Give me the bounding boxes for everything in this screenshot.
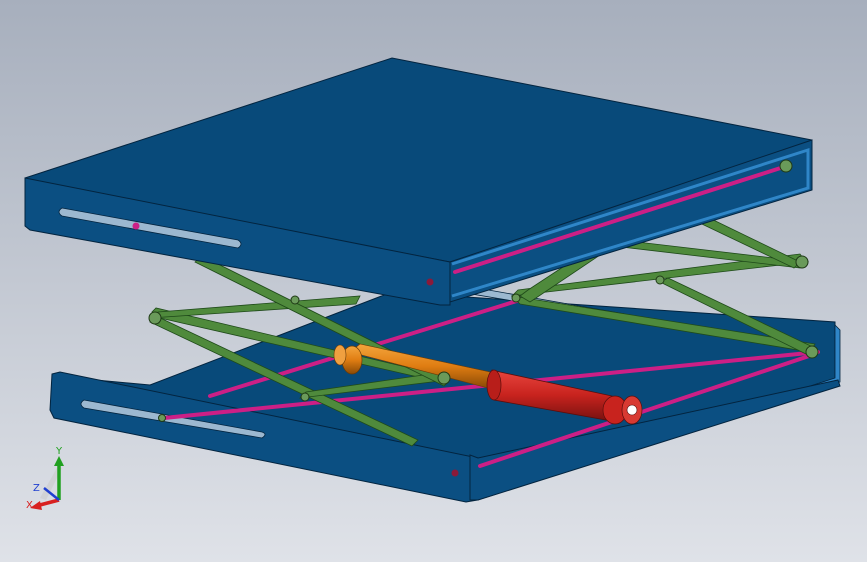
pivot-pin-5: [511, 293, 521, 303]
scissor-lift-model[interactable]: Y X Z: [0, 0, 867, 562]
pivot-pin-4: [437, 371, 451, 385]
pivot-pin-1: [148, 311, 162, 325]
triad-x-label: X: [26, 500, 33, 511]
piston-eye: [333, 344, 347, 366]
pivot-pin-2: [290, 295, 300, 305]
pivot-pin-6: [655, 275, 665, 285]
top-front-hole: [426, 278, 434, 286]
triad-y-label: Y: [55, 446, 63, 457]
bottom-front-hole: [451, 469, 459, 477]
pivot-pin-8: [805, 345, 819, 359]
pivot-pin-3: [300, 392, 310, 402]
top-rod-end: [132, 222, 140, 230]
triad-z-label: Z: [33, 483, 40, 494]
3d-viewport[interactable]: Y X Z: [0, 0, 867, 562]
pivot-pin-10: [158, 414, 166, 422]
pivot-pin-7: [795, 255, 809, 269]
pivot-pin-9: [779, 159, 793, 173]
cylinder-base-pin: [626, 404, 638, 416]
barrel-end-cap: [486, 369, 502, 401]
